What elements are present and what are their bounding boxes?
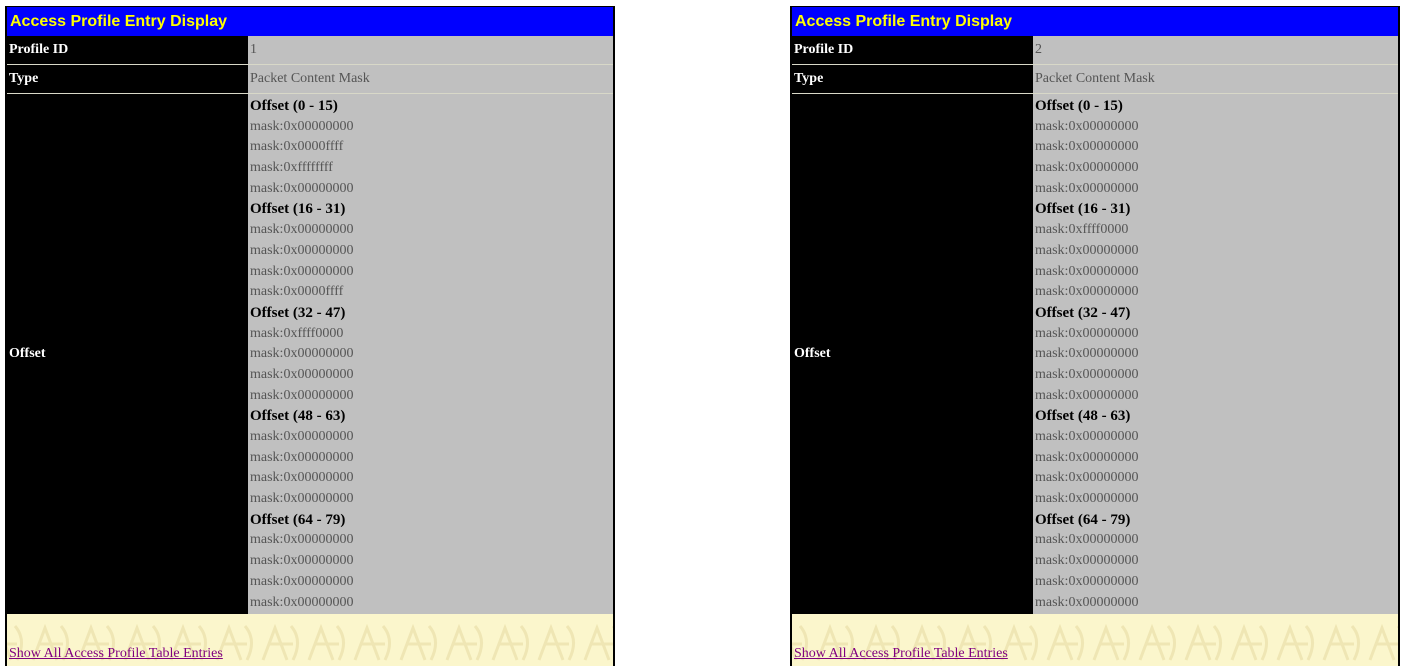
footer: Show All Access Profile Table Entries	[792, 620, 1398, 666]
profile-id-value: 2	[1033, 36, 1398, 64]
offset-group-heading: Offset (0 - 15)	[1035, 98, 1123, 114]
type-label: Type	[7, 65, 248, 93]
offset-group-heading: Offset (48 - 63)	[1035, 408, 1131, 425]
offset-group-heading: Offset (64 - 79)	[250, 511, 346, 528]
mask-value: mask:0x00000000	[1035, 160, 1139, 176]
mask-value: mask:0x00000000	[250, 366, 354, 382]
type-row: Type Packet Content Mask	[7, 65, 613, 94]
offset-values: Offset (0 - 15) mask:0x00000000 mask:0x000…	[1033, 94, 1398, 614]
offset-label: Offset	[7, 94, 248, 614]
offset-label: Offset	[792, 94, 1033, 614]
profile-id-label: Profile ID	[7, 36, 248, 64]
mask-value: mask:0x00000000	[250, 573, 354, 589]
type-row: Type Packet Content Mask	[792, 65, 1398, 94]
mask-value: mask:0x00000000	[250, 263, 354, 279]
type-value: Packet Content Mask	[1033, 65, 1398, 93]
offset-group-heading: Offset (64 - 79)	[1035, 511, 1131, 528]
mask-value: mask:0xffffffff	[250, 160, 333, 176]
mask-value: mask:0x00000000	[250, 429, 354, 444]
mask-value: mask:0x00000000	[250, 553, 354, 569]
show-all-entries-link[interactable]: Show All Access Profile Table Entries	[794, 646, 1008, 662]
mask-value: mask:0x00000000	[1035, 532, 1139, 548]
panel-title: Access Profile Entry Display	[792, 7, 1398, 36]
mask-value: mask:0x00000000	[1035, 429, 1139, 444]
mask-value: mask:0x0000ffff	[250, 139, 344, 155]
mask-value: mask:0x0000ffff	[250, 284, 344, 300]
mask-value: mask:0x00000000	[1035, 449, 1139, 465]
offset-group-heading: Offset (0 - 15)	[250, 98, 338, 114]
mask-value: mask:0x00000000	[1035, 346, 1139, 362]
offset-row: Offset Offset (0 - 15) mask:0x00000000 mas…	[7, 94, 613, 614]
mask-value: mask:0x00000000	[250, 449, 354, 465]
mask-value: mask:0x00000000	[250, 387, 354, 403]
type-value: Packet Content Mask	[248, 65, 613, 93]
footer: Show All Access Profile Table Entries	[7, 620, 613, 666]
mask-value: mask:0x00000000	[250, 118, 354, 134]
mask-value: mask:0x00000000	[1035, 242, 1139, 258]
offset-group-heading: Offset (32 - 47)	[250, 304, 346, 321]
mask-value: mask:0x00000000	[1035, 594, 1139, 610]
offset-row: Offset Offset (0 - 15) mask:0x00000000 mas…	[792, 94, 1398, 614]
panel-title: Access Profile Entry Display	[7, 7, 613, 36]
profile-id-label: Profile ID	[792, 36, 1033, 64]
profile-id-row: Profile ID 2	[792, 36, 1398, 65]
mask-value: mask:0xffff0000	[250, 325, 344, 341]
mask-value: mask:0x00000000	[1035, 491, 1139, 507]
mask-value: mask:0x00000000	[1035, 470, 1139, 486]
profile-id-row: Profile ID 1	[7, 36, 613, 65]
mask-value: mask:0x00000000	[250, 222, 354, 238]
mask-value: mask:0x00000000	[250, 491, 354, 507]
mask-value: mask:0x00000000	[1035, 325, 1139, 341]
offset-group-heading: Offset (32 - 47)	[1035, 304, 1131, 321]
offset-group-heading: Offset (16 - 31)	[1035, 201, 1131, 218]
show-all-entries-link[interactable]: Show All Access Profile Table Entries	[9, 646, 223, 662]
profile-id-value: 1	[248, 36, 613, 64]
mask-value: mask:0x00000000	[250, 532, 354, 548]
offset-values: Offset (0 - 15) mask:0x00000000 mask:0x000…	[248, 94, 613, 614]
mask-value: mask:0x00000000	[250, 180, 354, 196]
mask-value: mask:0x00000000	[1035, 573, 1139, 589]
mask-value: mask:0x00000000	[250, 470, 354, 486]
mask-value: mask:0xffff0000	[1035, 222, 1129, 238]
mask-value: mask:0x00000000	[1035, 387, 1139, 403]
mask-value: mask:0x00000000	[250, 242, 354, 258]
mask-value: mask:0x00000000	[1035, 180, 1139, 196]
mask-value: mask:0x00000000	[1035, 284, 1139, 300]
offset-group-heading: Offset (48 - 63)	[250, 408, 346, 425]
mask-value: mask:0x00000000	[1035, 263, 1139, 279]
mask-value: mask:0x00000000	[250, 594, 354, 610]
mask-value: mask:0x00000000	[250, 346, 354, 362]
mask-value: mask:0x00000000	[1035, 553, 1139, 569]
offset-group-heading: Offset (16 - 31)	[250, 201, 346, 218]
access-profile-panel-2: Access Profile Entry Display Profile ID …	[790, 6, 1400, 666]
mask-value: mask:0x00000000	[1035, 366, 1139, 382]
type-label: Type	[792, 65, 1033, 93]
mask-value: mask:0x00000000	[1035, 118, 1139, 134]
mask-value: mask:0x00000000	[1035, 139, 1139, 155]
access-profile-panel-1: Access Profile Entry Display Profile ID …	[5, 6, 615, 666]
